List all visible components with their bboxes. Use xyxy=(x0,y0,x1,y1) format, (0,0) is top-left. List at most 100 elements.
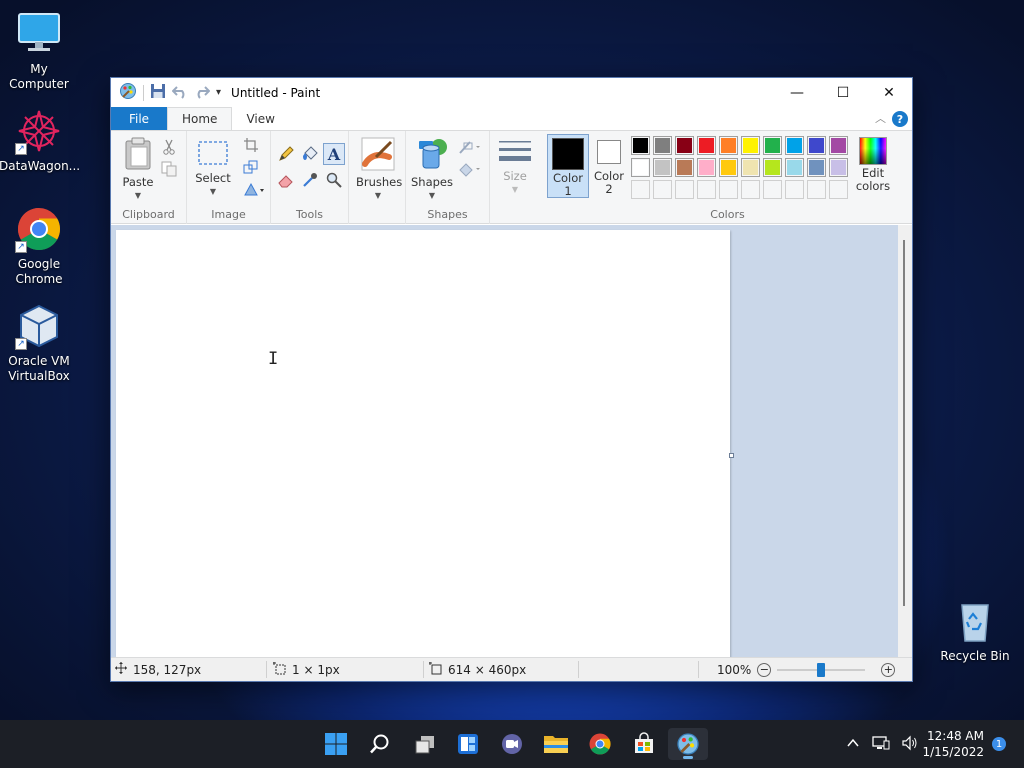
size-button[interactable]: Size ▼ xyxy=(497,139,533,196)
color1-button[interactable]: Color 1 xyxy=(547,134,589,198)
taskbar-clock[interactable]: 12:48 AM 1/15/2022 xyxy=(922,728,984,760)
color-picker-icon[interactable] xyxy=(301,171,319,189)
undo-icon[interactable] xyxy=(171,83,188,102)
paint-taskbar-button[interactable] xyxy=(668,728,708,760)
minimize-button[interactable]: — xyxy=(774,78,820,107)
notification-badge[interactable]: 1 xyxy=(992,737,1006,751)
empty-color-swatch[interactable] xyxy=(763,180,782,199)
empty-color-swatch[interactable] xyxy=(675,180,694,199)
pencil-icon[interactable] xyxy=(277,145,295,163)
close-button[interactable]: ✕ xyxy=(866,78,912,107)
color-swatch[interactable] xyxy=(719,158,738,177)
tab-view[interactable]: View xyxy=(232,107,288,130)
empty-color-swatch[interactable] xyxy=(785,180,804,199)
outline-icon[interactable] xyxy=(458,139,484,157)
desktop-icon-my-computer[interactable]: My Computer xyxy=(0,10,79,92)
ribbon-tabs: File Home View ︿ ? xyxy=(111,107,912,130)
chevron-up-icon[interactable] xyxy=(846,736,860,753)
widgets-button[interactable] xyxy=(448,728,488,760)
edit-colors-button[interactable]: Edit colors xyxy=(853,137,893,193)
color-swatch[interactable] xyxy=(741,136,760,155)
color-swatch[interactable] xyxy=(653,136,672,155)
zoom-slider-thumb[interactable] xyxy=(817,662,826,677)
dropdown-arrow-icon: ▼ xyxy=(428,191,436,200)
save-icon[interactable] xyxy=(150,83,166,102)
network-icon[interactable] xyxy=(872,735,890,754)
tab-home[interactable]: Home xyxy=(167,107,233,130)
eraser-icon[interactable] xyxy=(277,171,295,189)
color-swatch[interactable] xyxy=(631,136,650,155)
empty-color-swatch[interactable] xyxy=(697,180,716,199)
zoom-in-icon[interactable]: + xyxy=(881,662,896,677)
color-swatch[interactable] xyxy=(697,136,716,155)
shapes-button[interactable]: Shapes ▼ xyxy=(411,137,453,202)
fill-icon[interactable] xyxy=(301,145,319,163)
start-button[interactable] xyxy=(316,728,356,760)
collapse-ribbon-icon[interactable]: ︿ xyxy=(875,110,886,126)
edit-colors-icon xyxy=(859,137,887,165)
paint-icon xyxy=(677,733,699,755)
zoom-out-icon[interactable]: − xyxy=(757,662,772,677)
drawing-canvas[interactable]: I xyxy=(116,230,730,657)
empty-color-swatch[interactable] xyxy=(631,180,650,199)
desktop-icon-datawagon[interactable]: ↗ DataWagon... xyxy=(0,107,80,174)
color-swatch[interactable] xyxy=(675,136,694,155)
paint-app-icon[interactable] xyxy=(119,82,137,103)
color-swatch[interactable] xyxy=(785,136,804,155)
empty-color-swatch[interactable] xyxy=(653,180,672,199)
crop-icon[interactable] xyxy=(243,137,261,155)
customize-toolbar-icon[interactable]: ▾ xyxy=(216,87,221,98)
chrome-icon: ↗ xyxy=(15,205,63,253)
magnifier-icon[interactable] xyxy=(325,171,343,189)
text-icon[interactable]: A xyxy=(323,143,345,165)
task-view-button[interactable] xyxy=(405,728,445,760)
brushes-button[interactable]: Brushes ▼ xyxy=(356,137,402,202)
redo-icon[interactable] xyxy=(194,83,211,102)
empty-color-swatch[interactable] xyxy=(741,180,760,199)
color-swatch[interactable] xyxy=(653,158,672,177)
tab-file[interactable]: File xyxy=(111,107,167,130)
shortcut-arrow-icon: ↗ xyxy=(15,241,27,253)
scroll-thumb[interactable] xyxy=(903,240,905,606)
color-swatch[interactable] xyxy=(763,158,782,177)
search-button[interactable] xyxy=(360,728,400,760)
paste-button[interactable]: Paste ▼ xyxy=(119,137,157,202)
vertical-scrollbar[interactable] xyxy=(898,225,912,657)
color2-button[interactable]: Color 2 xyxy=(591,137,627,196)
volume-icon[interactable] xyxy=(902,735,918,754)
canvas-resize-handle-right[interactable] xyxy=(729,453,734,458)
file-explorer-button[interactable] xyxy=(536,728,576,760)
color-swatch[interactable] xyxy=(741,158,760,177)
resize-icon[interactable] xyxy=(243,159,261,177)
copy-icon[interactable] xyxy=(161,161,179,179)
color-swatch[interactable] xyxy=(807,136,826,155)
empty-color-swatch[interactable] xyxy=(719,180,738,199)
store-button[interactable] xyxy=(624,728,664,760)
desktop-icon-virtualbox[interactable]: ↗ Oracle VM VirtualBox xyxy=(0,302,79,384)
cut-icon[interactable] xyxy=(161,139,179,157)
desktop-icon-google-chrome[interactable]: ↗ Google Chrome xyxy=(0,205,79,287)
rotate-icon[interactable] xyxy=(243,181,264,199)
empty-color-swatch[interactable] xyxy=(807,180,826,199)
search-icon xyxy=(370,734,389,754)
color-swatch[interactable] xyxy=(631,158,650,177)
color-swatch[interactable] xyxy=(697,158,716,177)
title-bar[interactable]: ▾ Untitled - Paint — ☐ ✕ xyxy=(111,78,912,107)
color-swatch[interactable] xyxy=(763,136,782,155)
color-swatch[interactable] xyxy=(829,158,848,177)
chrome-taskbar-button[interactable] xyxy=(580,728,620,760)
color-swatch[interactable] xyxy=(785,158,804,177)
chat-button[interactable] xyxy=(492,728,532,760)
select-button[interactable]: Select ▼ xyxy=(195,139,231,198)
maximize-button[interactable]: ☐ xyxy=(820,78,866,107)
shape-fill-icon[interactable] xyxy=(458,161,484,179)
color-swatch[interactable] xyxy=(675,158,694,177)
color-swatch[interactable] xyxy=(829,136,848,155)
color-swatch[interactable] xyxy=(719,136,738,155)
maximize-icon: ☐ xyxy=(836,84,850,101)
zoom-slider[interactable] xyxy=(777,662,866,677)
help-icon[interactable]: ? xyxy=(892,111,908,127)
color-swatch[interactable] xyxy=(807,158,826,177)
desktop-icon-recycle-bin[interactable]: Recycle Bin xyxy=(935,597,1015,664)
empty-color-swatch[interactable] xyxy=(829,180,848,199)
